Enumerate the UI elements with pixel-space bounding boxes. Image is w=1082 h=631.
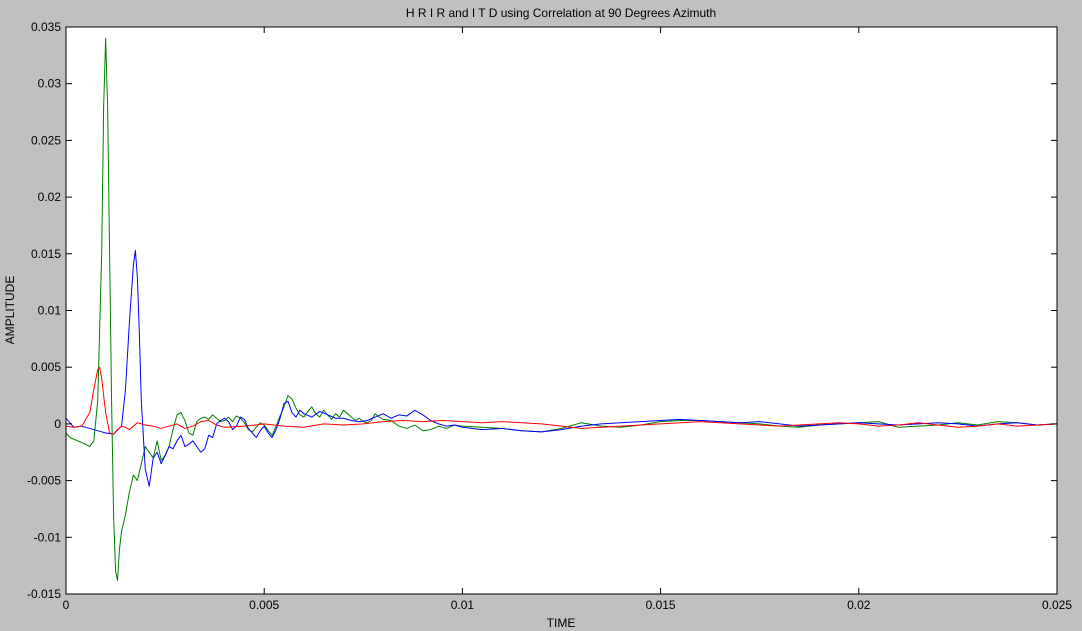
x-tick-label: 0.025 xyxy=(1042,598,1072,612)
chart-title: H R I R and I T D using Correlation at 9… xyxy=(406,6,716,20)
x-tick-label: 0.01 xyxy=(451,598,475,612)
y-tick-label: 0.01 xyxy=(38,304,62,318)
x-axis-label: TIME xyxy=(547,616,576,630)
x-tick-label: 0 xyxy=(63,598,70,612)
plot-area xyxy=(66,27,1057,594)
y-tick-label: -0.005 xyxy=(27,474,61,488)
y-tick-label: 0.03 xyxy=(38,77,62,91)
line-chart: 0 0.005 0.01 0.015 0.02 0.025 -0.015 -0.01 -0.00… xyxy=(3,6,1072,630)
x-tick-label: 0.015 xyxy=(646,598,676,612)
x-tick-label: 0.02 xyxy=(847,598,871,612)
y-tick-label: 0.005 xyxy=(31,360,61,374)
y-tick-label: 0.025 xyxy=(31,133,61,147)
y-tick-label: -0.01 xyxy=(34,530,62,544)
y-tick-label: 0.02 xyxy=(38,190,62,204)
y-axis-label: AMPLITUDE xyxy=(3,276,17,345)
y-tick-label: -0.015 xyxy=(27,587,61,601)
x-tick-label: 0.005 xyxy=(249,598,279,612)
y-tick-label: 0.015 xyxy=(31,247,61,261)
figure-window: 0 0.005 0.01 0.015 0.02 0.025 -0.015 -0.01 -0.00… xyxy=(0,0,1082,631)
y-tick-label: 0.035 xyxy=(31,20,61,34)
y-tick-label: 0 xyxy=(54,417,61,431)
